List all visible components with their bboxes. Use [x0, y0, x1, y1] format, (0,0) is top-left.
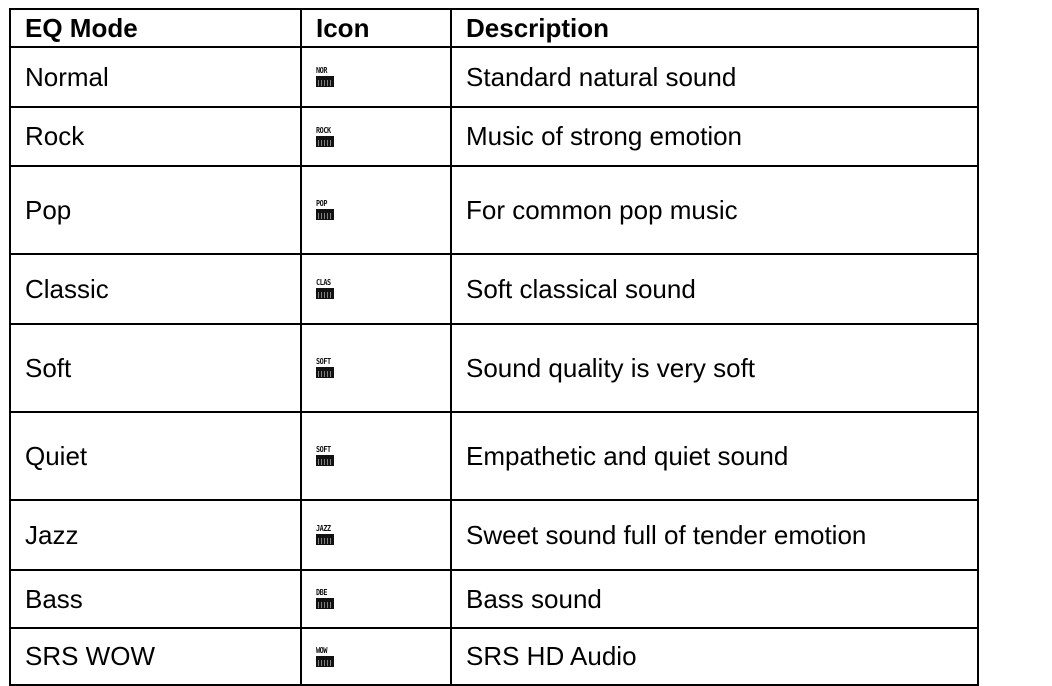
lcd-icon-text: ROCK — [316, 125, 331, 135]
description-cell: Sound quality is very soft — [450, 323, 979, 413]
eq-classic-lcd-icon: CLAS — [316, 279, 334, 299]
icon-cell: ROCK — [300, 106, 452, 167]
eq-mode-cell: Quiet — [9, 411, 302, 501]
table-row: Normal NOR Standard natural sound — [9, 46, 979, 108]
lcd-icon-text: WOW — [316, 645, 328, 655]
eq-mode-cell: Normal — [9, 46, 302, 108]
eq-mode-cell: Soft — [9, 323, 302, 413]
icon-cell: CLAS — [300, 253, 452, 325]
icon-cell: SOFT — [300, 411, 452, 501]
eq-rock-lcd-icon: ROCK — [316, 125, 334, 147]
table-row: Classic CLAS Soft classical sound — [9, 253, 979, 325]
eq-mode-cell: Bass — [9, 569, 302, 629]
lcd-eq-bars — [316, 534, 334, 545]
table-header-row: EQ Mode Icon Description — [9, 8, 979, 48]
header-icon: Icon — [300, 8, 452, 48]
header-description: Description — [450, 8, 979, 48]
eq-mode-table: EQ Mode Icon Description Normal NOR Stan… — [9, 8, 979, 686]
table-row: Quiet SOFT Empathetic and quiet sound — [9, 411, 979, 501]
eq-quiet-lcd-icon: SOFT — [316, 446, 334, 466]
eq-bass-lcd-icon: DBE — [316, 589, 334, 609]
lcd-eq-bars — [316, 76, 334, 87]
table-row: SRS WOW WOW SRS HD Audio — [9, 627, 979, 686]
description-cell: Standard natural sound — [450, 46, 979, 108]
description-cell: Empathetic and quiet sound — [450, 411, 979, 501]
lcd-eq-bars — [316, 455, 334, 466]
description-cell: Sweet sound full of tender emotion — [450, 499, 979, 571]
eq-mode-cell: Jazz — [9, 499, 302, 571]
eq-mode-cell: Classic — [9, 253, 302, 325]
eq-srs-wow-lcd-icon: WOW — [316, 645, 334, 667]
description-cell: Music of strong emotion — [450, 106, 979, 167]
lcd-icon-text: JAZZ — [316, 524, 331, 533]
lcd-icon-text: DBE — [316, 588, 328, 597]
eq-soft-lcd-icon: SOFT — [316, 358, 334, 378]
lcd-eq-bars — [316, 367, 334, 378]
eq-pop-lcd-icon: POP — [316, 200, 334, 220]
header-eq-mode: EQ Mode — [9, 8, 302, 48]
lcd-eq-bars — [316, 135, 334, 147]
icon-cell: POP — [300, 165, 452, 255]
eq-normal-lcd-icon: NOR — [316, 67, 334, 87]
lcd-eq-bars — [316, 598, 334, 609]
lcd-icon-text: POP — [316, 199, 328, 208]
eq-jazz-lcd-icon: JAZZ — [316, 525, 334, 545]
eq-mode-cell: Rock — [9, 106, 302, 167]
description-cell: Bass sound — [450, 569, 979, 629]
eq-mode-cell: Pop — [9, 165, 302, 255]
icon-cell: DBE — [300, 569, 452, 629]
icon-cell: WOW — [300, 627, 452, 686]
lcd-eq-bars — [316, 209, 334, 220]
eq-mode-cell: SRS WOW — [9, 627, 302, 686]
table-row: Rock ROCK Music of strong emotion — [9, 106, 979, 167]
description-cell: Soft classical sound — [450, 253, 979, 325]
lcd-eq-bars — [316, 288, 334, 299]
icon-cell: JAZZ — [300, 499, 452, 571]
lcd-eq-bars — [316, 655, 334, 667]
lcd-icon-text: CLAS — [316, 278, 331, 287]
description-cell: SRS HD Audio — [450, 627, 979, 686]
table-row: Jazz JAZZ Sweet sound full of tender emo… — [9, 499, 979, 571]
table-row: Pop POP For common pop music — [9, 165, 979, 255]
lcd-icon-text: SOFT — [316, 357, 331, 366]
table-row: Soft SOFT Sound quality is very soft — [9, 323, 979, 413]
table-row: Bass DBE Bass sound — [9, 569, 979, 629]
lcd-icon-text: NOR — [316, 66, 328, 75]
icon-cell: SOFT — [300, 323, 452, 413]
lcd-icon-text: SOFT — [316, 445, 331, 454]
description-cell: For common pop music — [450, 165, 979, 255]
icon-cell: NOR — [300, 46, 452, 108]
